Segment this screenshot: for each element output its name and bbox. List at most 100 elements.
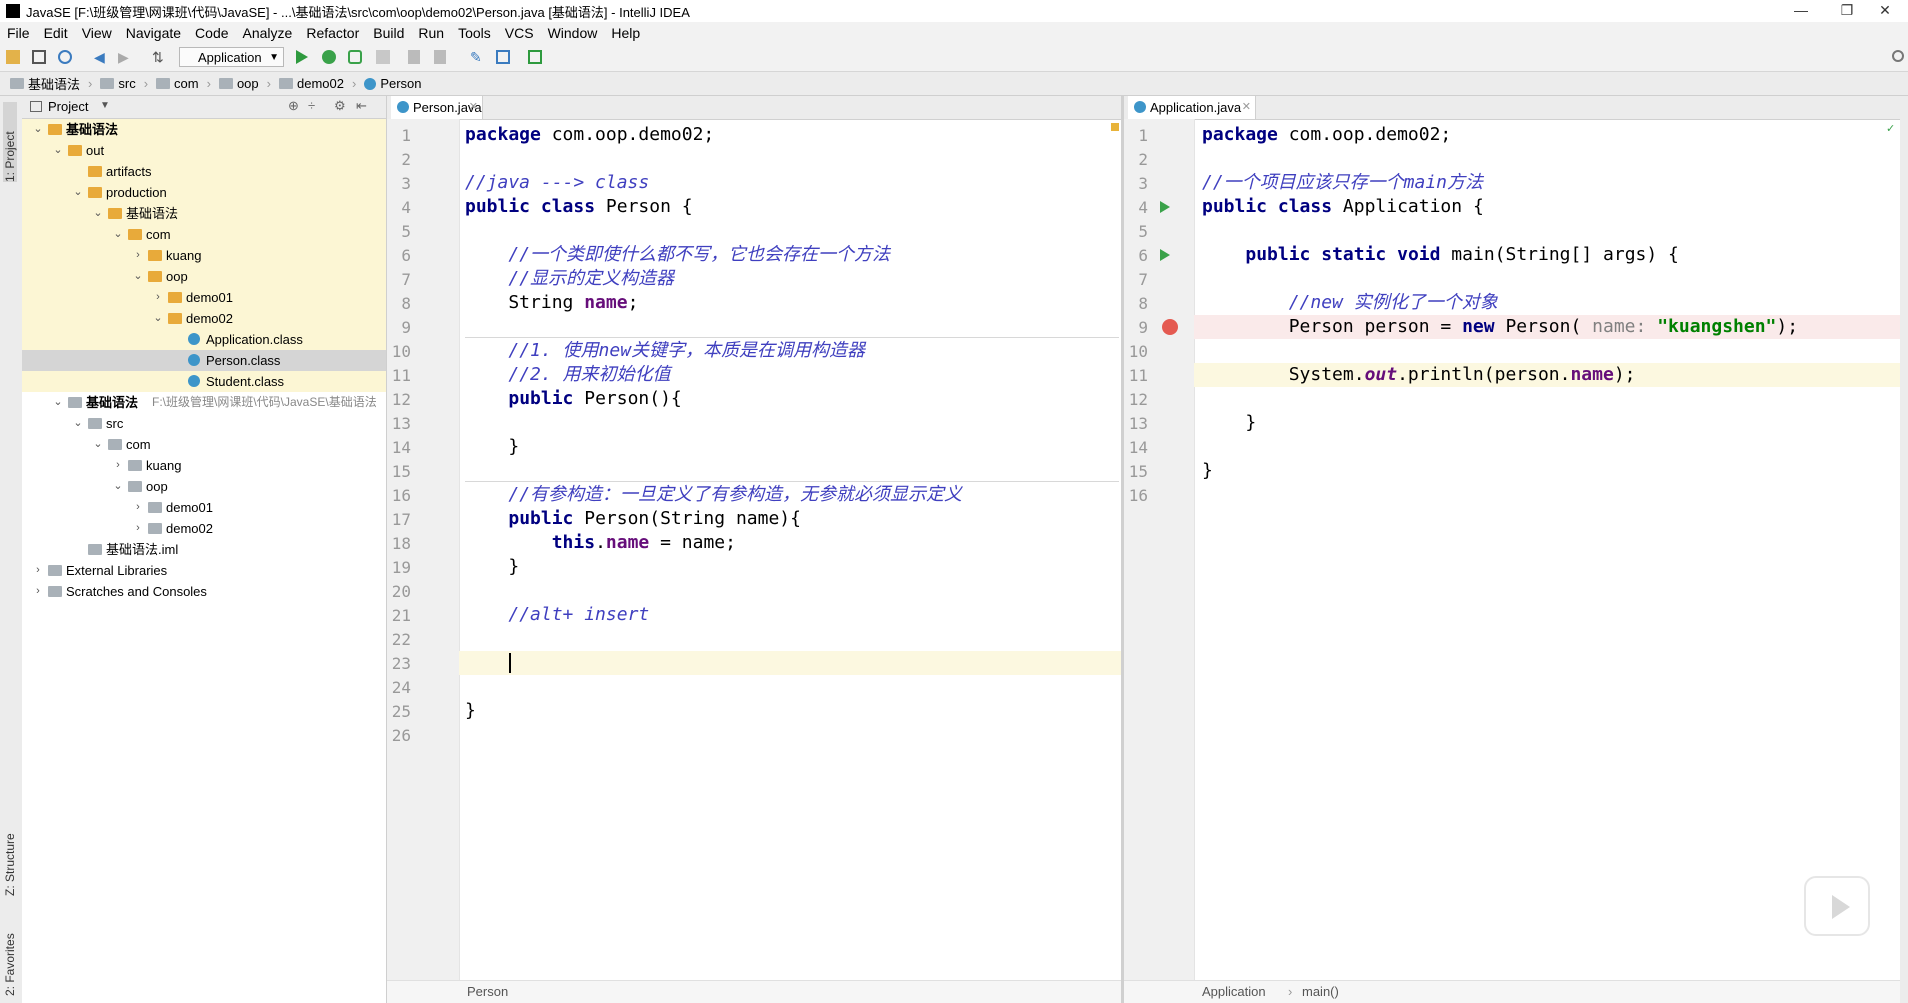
code-line[interactable]: this.name = name; — [465, 531, 736, 555]
application-editor[interactable]: Application.java ✕ 1 package com.oop.demo… — [1124, 96, 1900, 1003]
open-folder-icon[interactable] — [6, 50, 20, 64]
tree-item[interactable]: ⌄ production — [22, 182, 386, 203]
locate-icon[interactable]: ⊕ — [288, 98, 299, 114]
hide-panel-icon[interactable]: ⇤ — [356, 98, 367, 114]
tree-item[interactable]: ⌄ 基础语法 F:\班级管理\网课班\代码\JavaSE\基础语法 — [22, 392, 386, 413]
editor-breadcrumb-class[interactable]: Application — [1202, 981, 1266, 1003]
tree-item[interactable]: 基础语法.iml — [22, 539, 386, 560]
code-line[interactable]: String name; — [465, 291, 638, 315]
tree-item[interactable]: ⌄ demo02 — [22, 308, 386, 329]
chevron-down-icon[interactable]: ⌄ — [72, 182, 84, 203]
profile-icon[interactable] — [434, 50, 446, 64]
code-line[interactable]: //有参构造：一旦定义了有参构造，无参就必须显示定义 — [465, 483, 962, 507]
code-line[interactable]: //alt+ insert — [465, 603, 649, 627]
menu-edit[interactable]: Edit — [37, 25, 75, 41]
run-icon[interactable] — [296, 50, 308, 64]
gear-icon[interactable]: ⚙ — [334, 98, 346, 114]
chevron-right-icon[interactable]: › — [152, 287, 164, 308]
person-editor[interactable]: Person.java ✕ 1 package com.oop.demo02; 2 3… — [387, 96, 1121, 1003]
minimize-button[interactable]: — — [1778, 0, 1824, 22]
breadcrumb-demo02[interactable]: demo02 › — [279, 76, 356, 91]
code-line[interactable]: //1. 使用new关键字，本质是在调用构造器 — [465, 339, 865, 363]
tree-item[interactable]: Application.class — [22, 329, 386, 350]
code-line[interactable]: public class Application { — [1202, 195, 1484, 219]
chevron-down-icon[interactable]: ⌄ — [132, 266, 144, 287]
menu-vcs[interactable]: VCS — [498, 25, 541, 41]
chevron-right-icon[interactable]: › — [132, 245, 144, 266]
chevron-right-icon[interactable]: › — [132, 518, 144, 539]
collapse-all-icon[interactable]: ÷ — [308, 98, 315, 113]
menu-file[interactable]: File — [0, 25, 37, 41]
menu-build[interactable]: Build — [366, 25, 411, 41]
code-line[interactable]: } — [465, 699, 476, 723]
check-ok-icon[interactable]: ✓ — [1886, 122, 1895, 135]
attach-icon[interactable] — [408, 50, 420, 64]
code-line[interactable]: //显示的定义构造器 — [465, 267, 674, 291]
breadcrumb-oop[interactable]: oop › — [218, 76, 271, 91]
inspection-indicator-icon[interactable] — [1111, 123, 1119, 131]
tree-item[interactable]: Student.class — [22, 371, 386, 392]
tree-item[interactable]: ⌄ com — [22, 434, 386, 455]
back-icon[interactable]: ◀ — [94, 50, 108, 64]
tree-item[interactable]: ⌄ 基础语法 — [22, 119, 386, 140]
tree-item[interactable]: ⌄ out — [22, 140, 386, 161]
code-line[interactable]: //java ---> class — [465, 171, 649, 195]
tree-item[interactable]: ⌄ oop — [22, 266, 386, 287]
code-line[interactable]: } — [465, 555, 519, 579]
search-icon[interactable] — [1892, 50, 1904, 62]
code-line[interactable]: //一个类即使什么都不写，它也会存在一个方法 — [465, 243, 890, 267]
close-button[interactable]: ✕ — [1862, 0, 1908, 22]
menu-view[interactable]: View — [75, 25, 119, 41]
tree-item[interactable]: ⌄ 基础语法 — [22, 203, 386, 224]
editor-breadcrumb-method[interactable]: main() — [1302, 981, 1339, 1003]
code-line[interactable]: System.out.println(person.name); — [1202, 363, 1636, 387]
tree-item[interactable]: ⌄ oop — [22, 476, 386, 497]
breadcrumb-src[interactable]: src › — [100, 76, 148, 91]
sync-icon[interactable] — [58, 50, 72, 64]
chevron-right-icon[interactable]: › — [32, 581, 44, 602]
tree-item[interactable]: ⌄ com — [22, 224, 386, 245]
chevron-down-icon[interactable]: ⌄ — [52, 140, 64, 161]
chevron-right-icon[interactable]: › — [112, 455, 124, 476]
build-icon[interactable]: ⇅ — [152, 50, 166, 64]
structure-tool-tab[interactable]: Z: Structure — [3, 816, 17, 896]
menu-code[interactable]: Code — [188, 25, 235, 41]
breakpoint-icon[interactable] — [1162, 319, 1178, 335]
chevron-down-icon[interactable]: ⌄ — [92, 203, 104, 224]
code-line[interactable]: public class Person { — [465, 195, 693, 219]
chevron-down-icon[interactable]: ⌄ — [152, 308, 164, 329]
tree-item[interactable]: › demo01 — [22, 497, 386, 518]
code-line[interactable]: } — [465, 435, 519, 459]
debug-icon[interactable] — [322, 50, 336, 64]
stop-icon[interactable] — [376, 50, 390, 64]
editor-breadcrumb-class[interactable]: Person — [467, 981, 508, 1003]
code-line[interactable]: } — [1202, 411, 1256, 435]
project-structure-icon[interactable] — [496, 50, 510, 64]
run-gutter-icon[interactable] — [1160, 249, 1170, 261]
code-line[interactable]: //一个项目应该只存一个main方法 — [1202, 171, 1483, 195]
settings-wrench-icon[interactable]: ✎ — [470, 50, 484, 64]
breadcrumb-com[interactable]: com › — [156, 76, 211, 91]
tree-item[interactable]: › demo02 — [22, 518, 386, 539]
breadcrumb-module[interactable]: 基础语法 › — [10, 74, 92, 93]
code-line[interactable]: public Person(String name){ — [465, 507, 801, 531]
code-line[interactable]: } — [1202, 459, 1213, 483]
favorites-tool-tab[interactable]: 2: Favorites — [3, 916, 17, 996]
code-line[interactable]: public Person(){ — [465, 387, 681, 411]
menu-refactor[interactable]: Refactor — [299, 25, 366, 41]
menu-window[interactable]: Window — [541, 25, 605, 41]
chevron-down-icon[interactable]: ⌄ — [32, 119, 44, 140]
close-tab-icon[interactable]: ✕ — [1242, 96, 1251, 119]
code-line[interactable] — [465, 651, 508, 675]
tree-item[interactable]: › kuang — [22, 245, 386, 266]
chevron-down-icon[interactable]: ⌄ — [72, 413, 84, 434]
project-view-select[interactable]: Project — [48, 99, 88, 114]
chevron-right-icon[interactable]: › — [132, 497, 144, 518]
tree-item[interactable]: Person.class — [22, 350, 386, 371]
code-line[interactable]: //2. 用来初始化值 — [465, 363, 670, 387]
project-tool-tab[interactable]: 1: Project — [3, 102, 17, 182]
menu-tools[interactable]: Tools — [451, 25, 498, 41]
code-line[interactable]: //new 实例化了一个对象 — [1202, 291, 1498, 315]
coverage-icon[interactable] — [348, 50, 362, 64]
code-line[interactable]: package com.oop.demo02; — [465, 123, 714, 147]
